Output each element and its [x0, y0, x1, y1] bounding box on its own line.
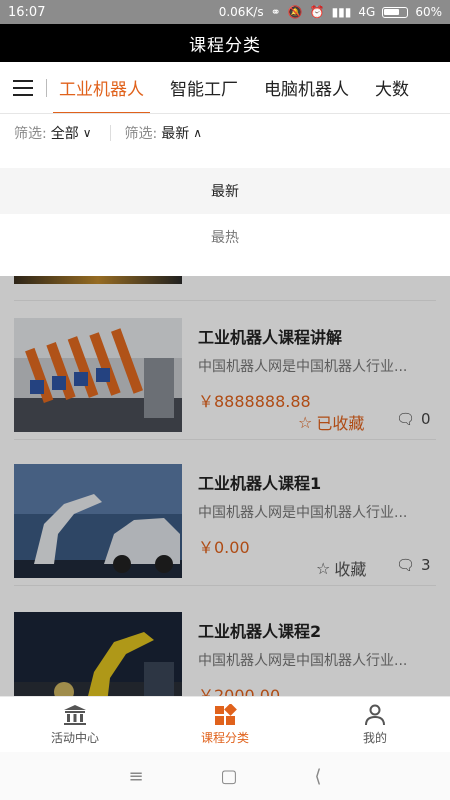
menu-icon[interactable]: ≡: [128, 766, 143, 787]
bank-icon: [64, 704, 86, 725]
network-type: 4G: [358, 5, 376, 19]
nav-activity-center[interactable]: 活动中心: [0, 697, 150, 752]
back-icon[interactable]: ⟨: [314, 766, 321, 787]
battery-icon: [382, 6, 409, 18]
status-time: 16:07: [8, 4, 46, 20]
page-title: 课程分类: [189, 35, 261, 56]
network-speed: 0.06K/s: [218, 5, 264, 19]
home-icon[interactable]: ▢: [221, 766, 238, 787]
alarm-icon: ⏰: [309, 5, 325, 19]
nav-label: 活动中心: [50, 730, 99, 745]
title-bar: 课程分类: [0, 24, 450, 62]
tab-industrial-robot[interactable]: 工业机器人: [53, 62, 150, 113]
chevron-down-icon[interactable]: ∨: [83, 126, 92, 140]
filter-sort-value[interactable]: 最新: [161, 123, 189, 143]
battery-level: 60%: [415, 5, 442, 19]
tab-computer-robot[interactable]: 电脑机器人: [264, 62, 349, 113]
mute-icon: 🔕: [287, 5, 303, 19]
tab-divider: [46, 78, 47, 97]
filter-label: 筛选:: [14, 126, 47, 142]
signal-icon: ▮▮▮: [331, 5, 352, 19]
sort-option-newest[interactable]: 最新: [0, 168, 450, 214]
category-tab-bar: 工业机器人 智能工厂 电脑机器人 大数: [0, 62, 450, 114]
user-icon: [365, 704, 385, 725]
status-bar: 16:07 0.06K/s ⚭ 🔕 ⏰ ▮▮▮ 4G 60%: [0, 0, 450, 24]
tab-big-data[interactable]: 大数: [375, 62, 409, 113]
menu-icon[interactable]: [0, 62, 46, 113]
nav-label: 课程分类: [200, 730, 249, 745]
filter-all-value[interactable]: 全部: [51, 123, 79, 143]
headphone-icon: ⚭: [270, 5, 281, 19]
filter-label: 筛选:: [124, 126, 158, 142]
filter-divider: [109, 125, 111, 141]
filter-bar: 筛选: 全部 ∨ 筛选: 最新 ∧: [0, 114, 450, 152]
grid-icon: [215, 703, 237, 725]
bottom-nav: 活动中心 课程分类 我的: [0, 696, 450, 752]
nav-label: 我的: [362, 730, 387, 745]
sort-dropdown: 最新 最热: [0, 152, 450, 276]
system-nav-bar: ≡ ▢ ⟨: [0, 752, 450, 800]
nav-mine[interactable]: 我的: [300, 697, 450, 752]
dropdown-backdrop[interactable]: [0, 276, 450, 752]
tab-smart-factory[interactable]: 智能工厂: [170, 62, 238, 113]
chevron-up-icon[interactable]: ∧: [193, 126, 202, 140]
sort-option-hottest[interactable]: 最热: [0, 214, 450, 260]
nav-course-category[interactable]: 课程分类: [150, 697, 300, 752]
